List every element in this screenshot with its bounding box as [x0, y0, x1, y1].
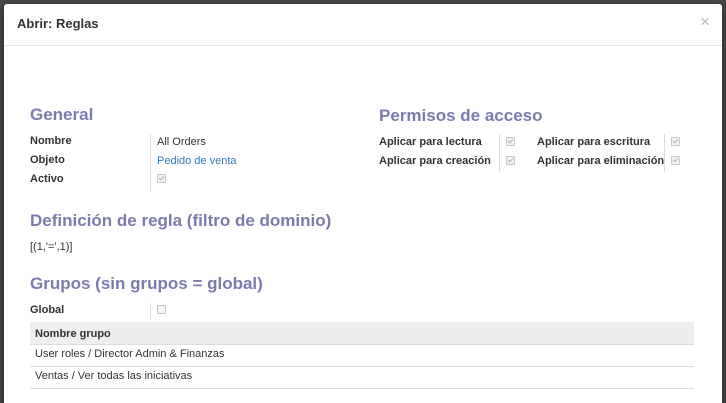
permissions-separator-left	[499, 134, 500, 172]
read-label: Aplicar para lectura	[379, 136, 482, 148]
delete-label: Aplicar para eliminación	[537, 155, 665, 167]
object-label: Objeto	[30, 154, 65, 166]
close-icon[interactable]: ×	[700, 13, 710, 31]
read-checkbox[interactable]	[506, 137, 515, 146]
global-label: Global	[30, 304, 65, 316]
column-header-group-name[interactable]: Nombre grupo	[35, 328, 111, 340]
create-label: Aplicar para creación	[379, 155, 491, 167]
groups-table-header: Nombre grupo	[30, 322, 694, 345]
rule-dialog: Abrir: Reglas × General Nombre Objeto Ac…	[4, 4, 722, 403]
domain-value: [(1,'=',1)]	[30, 241, 73, 253]
section-title-permissions: Permisos de acceso	[379, 106, 543, 125]
write-label: Aplicar para escritura	[537, 136, 651, 148]
section-title-rule: Definición de regla (filtro de dominio)	[30, 211, 332, 230]
create-checkbox[interactable]	[506, 156, 515, 165]
global-separator	[150, 303, 151, 321]
section-title-general: General	[30, 105, 94, 124]
dialog-header: Abrir: Reglas ×	[4, 4, 722, 46]
global-checkbox[interactable]	[157, 305, 166, 314]
section-title-groups: Grupos (sin grupos = global)	[30, 274, 263, 293]
permissions-separator-right	[664, 134, 665, 172]
delete-checkbox[interactable]	[671, 156, 680, 165]
write-checkbox[interactable]	[671, 137, 680, 146]
name-label: Nombre	[30, 135, 72, 147]
name-value: All Orders	[157, 136, 206, 148]
dialog-title: Abrir: Reglas	[17, 16, 99, 31]
active-label: Activo	[30, 173, 64, 185]
general-field-separator	[150, 134, 151, 192]
active-checkbox[interactable]	[157, 174, 166, 183]
object-link[interactable]: Pedido de venta	[157, 155, 237, 167]
table-row[interactable]: Ventas / Ver todas las iniciativas	[30, 367, 694, 389]
group-name-cell: User roles / Director Admin & Finanzas	[35, 348, 225, 360]
table-row[interactable]: User roles / Director Admin & Finanzas	[30, 345, 694, 367]
group-name-cell: Ventas / Ver todas las iniciativas	[35, 370, 193, 382]
